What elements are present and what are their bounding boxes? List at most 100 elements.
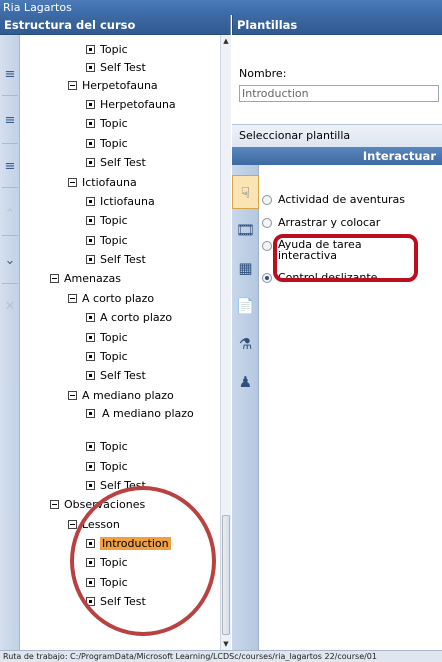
template-option[interactable]: Actividad de aventuras — [262, 193, 405, 206]
tree-scrollbar[interactable]: ▲ ▼ — [220, 35, 231, 650]
expand-box-icon[interactable] — [86, 99, 95, 109]
template-list: ☟ 🎞 ▦ 📄 ⚗ ♟ Actividad de aventuras Arras… — [232, 165, 442, 650]
status-bar: Ruta de trabajo: C:/ProgramData/Microsof… — [0, 650, 442, 662]
tree-item[interactable]: Self Test — [86, 60, 146, 76]
radio-button[interactable] — [262, 241, 272, 251]
delete-icon[interactable]: ✕ — [2, 299, 18, 315]
expand-box-icon[interactable] — [86, 62, 95, 72]
tree-item[interactable]: A corto plazo — [68, 291, 154, 307]
tree-item[interactable]: Lesson — [68, 517, 120, 533]
toolbar-divider — [2, 283, 18, 284]
radio-button[interactable] — [262, 218, 272, 228]
template-option[interactable]: Ayuda de tarea interactiva — [262, 239, 398, 261]
expand-box-icon[interactable] — [86, 235, 95, 245]
expand-box-icon[interactable] — [86, 538, 95, 548]
expand-box-icon[interactable] — [86, 577, 95, 587]
template-category-tabs: ☟ 🎞 ▦ 📄 ⚗ ♟ — [232, 165, 259, 650]
course-structure-pane: Estructura del curso ≡ ≡ ≡ ⌃ ⌄ ✕ Topic S… — [0, 15, 231, 650]
move-down-icon[interactable]: ⌄ — [2, 253, 18, 269]
move-up-icon[interactable]: ⌃ — [2, 207, 18, 223]
collapse-box-icon[interactable] — [68, 80, 77, 90]
tree-item[interactable]: Self Test — [86, 252, 146, 268]
toolbar-divider — [2, 143, 18, 144]
expand-box-icon[interactable] — [86, 332, 95, 342]
toolbar-divider — [2, 235, 18, 236]
tree-item[interactable]: Amenazas — [50, 271, 121, 287]
tree-item[interactable]: Observaciones — [50, 497, 145, 513]
window-title-bar: Ria Lagartos — [0, 0, 442, 15]
select-template-label: Seleccionar plantilla — [232, 125, 442, 147]
name-label: Nombre: — [239, 67, 287, 80]
tree-item[interactable]: Topic — [86, 330, 128, 346]
lab-icon[interactable]: ⚗ — [232, 327, 259, 361]
window-title: Ria Lagartos — [3, 1, 72, 14]
expand-box-icon[interactable] — [86, 196, 95, 206]
tree-item[interactable]: Topic — [86, 459, 128, 475]
people-icon[interactable]: ♟ — [232, 365, 259, 399]
collapse-box-icon[interactable] — [68, 177, 77, 187]
tree-item[interactable]: Topic — [86, 349, 128, 365]
collapse-box-icon[interactable] — [68, 519, 77, 529]
collapse-box-icon[interactable] — [50, 499, 59, 509]
film-icon[interactable]: 🎞 — [232, 213, 259, 247]
name-section — [232, 35, 442, 125]
document-icon[interactable]: 📄 — [232, 289, 259, 323]
course-structure-header: Estructura del curso — [0, 15, 230, 35]
tree-item[interactable]: Self Test — [86, 155, 146, 171]
tree-item[interactable]: Topic — [86, 213, 128, 229]
expand-box-icon[interactable] — [86, 215, 95, 225]
expand-box-icon[interactable] — [86, 441, 95, 451]
tree-item[interactable]: A corto plazo — [86, 310, 172, 326]
expand-box-icon[interactable] — [86, 461, 95, 471]
expand-box-icon[interactable] — [86, 254, 95, 264]
expand-box-icon[interactable] — [86, 157, 95, 167]
grid-icon[interactable]: ▦ — [232, 251, 259, 285]
add-topic-icon[interactable]: ≡ — [2, 67, 18, 83]
tree-item[interactable]: A mediano plazo — [86, 407, 196, 437]
course-tree[interactable]: Topic Self Test Herpetofauna Herpetofaun… — [20, 35, 220, 650]
templates-header: Plantillas — [232, 15, 442, 35]
expand-box-icon[interactable] — [86, 409, 95, 418]
collapse-box-icon[interactable] — [50, 273, 59, 283]
tree-item[interactable]: Topic — [86, 116, 128, 132]
interact-icon[interactable]: ☟ — [232, 175, 259, 209]
expand-box-icon[interactable] — [86, 596, 95, 606]
tree-item[interactable]: Topic — [86, 136, 128, 152]
tree-item[interactable]: Self Test — [86, 478, 146, 494]
tree-item[interactable]: Topic — [86, 575, 128, 591]
expand-box-icon[interactable] — [86, 312, 95, 322]
scroll-up-icon[interactable]: ▲ — [221, 35, 231, 47]
template-option[interactable]: Arrastrar y colocar — [262, 216, 380, 229]
add-test-icon[interactable]: ≡ — [2, 159, 18, 175]
tree-item[interactable]: Herpetofauna — [86, 97, 176, 113]
tree-item[interactable]: Ictiofauna — [68, 175, 137, 191]
template-option-selected[interactable]: Control deslizante — [262, 271, 377, 284]
tree-toolbar: ≡ ≡ ≡ ⌃ ⌄ ✕ — [0, 35, 20, 650]
tree-item[interactable]: Herpetofauna — [68, 78, 158, 94]
tree-item[interactable]: Topic — [86, 233, 128, 249]
tree-item[interactable]: Ictiofauna — [86, 194, 155, 210]
radio-button[interactable] — [262, 273, 272, 283]
expand-box-icon[interactable] — [86, 138, 95, 148]
expand-box-icon[interactable] — [86, 44, 95, 54]
scroll-down-icon[interactable]: ▼ — [221, 638, 231, 650]
collapse-box-icon[interactable] — [68, 293, 77, 303]
template-category-header: Interactuar — [232, 147, 442, 165]
expand-box-icon[interactable] — [86, 118, 95, 128]
add-subtopic-icon[interactable]: ≡ — [2, 113, 18, 129]
tree-item[interactable]: A mediano plazo — [68, 388, 174, 404]
expand-box-icon[interactable] — [86, 351, 95, 361]
tree-item[interactable]: Self Test — [86, 594, 146, 610]
expand-box-icon[interactable] — [86, 557, 95, 567]
tree-item-selected[interactable]: Introduction — [86, 536, 171, 552]
tree-item[interactable]: Topic — [86, 439, 128, 455]
expand-box-icon[interactable] — [86, 370, 95, 380]
scroll-thumb[interactable] — [222, 515, 230, 635]
name-input[interactable]: Introduction — [239, 85, 439, 102]
tree-item[interactable]: Self Test — [86, 368, 146, 384]
tree-item[interactable]: Topic — [86, 42, 128, 58]
expand-box-icon[interactable] — [86, 480, 95, 490]
radio-button[interactable] — [262, 195, 272, 205]
tree-item[interactable]: Topic — [86, 555, 128, 571]
collapse-box-icon[interactable] — [68, 390, 77, 400]
